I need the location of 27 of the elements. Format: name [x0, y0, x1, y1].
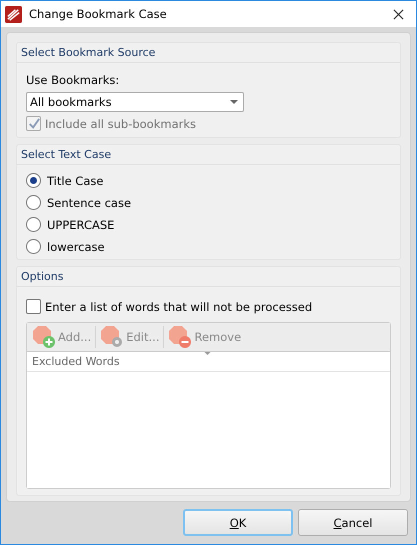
radio-button[interactable] [26, 195, 41, 210]
field-label: Use Bookmarks: [26, 73, 120, 87]
group-title: Options [21, 270, 64, 283]
radio-label: lowercase [47, 240, 105, 254]
stop-sign-plus-icon [32, 325, 56, 349]
radio-label: Title Case [47, 174, 104, 188]
sort-arrow-icon [204, 352, 211, 355]
group-title: Select Text Case [21, 148, 112, 161]
app-logo-icon [5, 6, 22, 22]
checkbox-label: Enter a list of words that will not be processed [45, 300, 312, 314]
cancel-button[interactable]: Cancel [298, 509, 408, 536]
checkbox-label: Include all sub-bookmarks [45, 116, 196, 130]
ok-button[interactable]: OK [183, 509, 293, 536]
radio-button[interactable] [26, 173, 41, 188]
window-title: Change Bookmark Case [29, 7, 168, 21]
dropdown-arrow-icon [230, 100, 238, 104]
column-header[interactable]: Excluded Words [27, 352, 390, 372]
checkbox[interactable] [26, 299, 41, 314]
word-list[interactable]: Excluded Words [27, 351, 390, 488]
close-icon[interactable] [393, 8, 404, 20]
radio-label: Sentence case [47, 196, 132, 210]
stop-sign-minus-icon [168, 325, 192, 349]
radio-label: UPPERCASE [47, 218, 114, 232]
bookmarks-dropdown[interactable]: All bookmarks [26, 92, 244, 112]
group-title: Select Bookmark Source [21, 46, 156, 59]
radio-button[interactable] [26, 239, 41, 254]
radio-button[interactable] [26, 217, 41, 232]
